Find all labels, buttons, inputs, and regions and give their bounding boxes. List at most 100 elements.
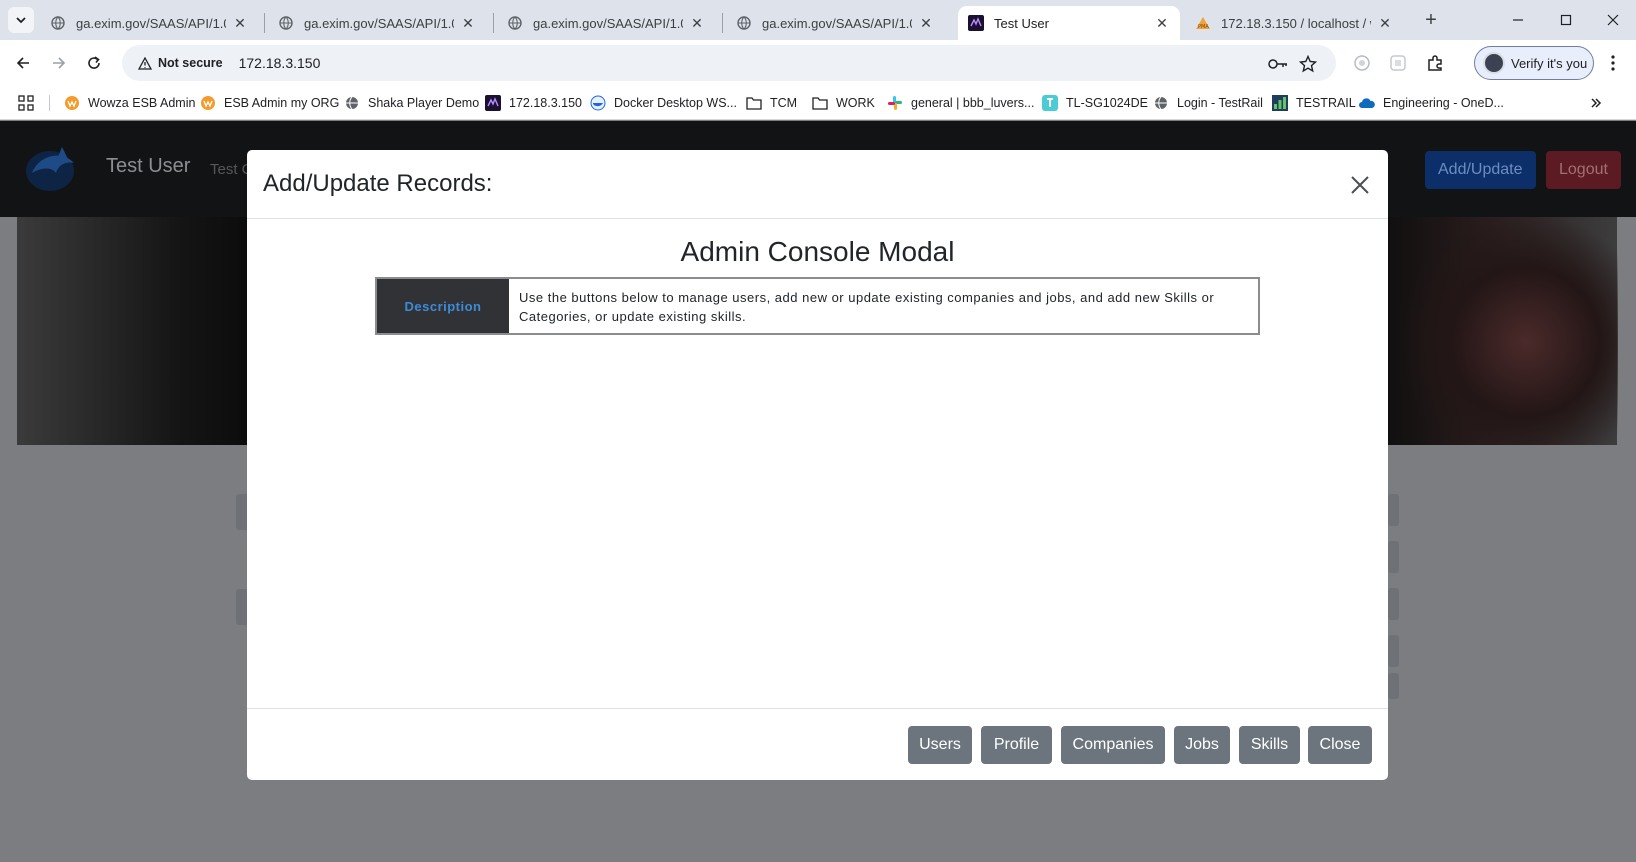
logout-button[interactable]: Logout xyxy=(1546,151,1621,189)
browser-toolbar: Not secure 172.18.3.150 Verify it's you xyxy=(0,40,1636,86)
browser-tab-2[interactable]: ga.exim.gov/SAAS/API/1.0/GE ✕ xyxy=(268,6,486,40)
bookmark-folder[interactable]: TCM xyxy=(746,92,797,114)
modal-title: Add/Update Records: xyxy=(263,170,493,197)
site-user-name: Test User xyxy=(106,155,191,177)
background-panel xyxy=(1388,494,1399,526)
bookmark-label: Docker Desktop WS... xyxy=(614,96,737,110)
bookmark-label: WORK xyxy=(836,96,875,110)
browser-tab-strip: ga.exim.gov/SAAS/API/1.0/GE ✕ ga.exim.go… xyxy=(0,0,1636,40)
site-favicon-icon xyxy=(485,95,501,111)
bookmark-label: TL-SG1024DE xyxy=(1066,96,1148,110)
close-tab-icon[interactable]: ✕ xyxy=(689,15,705,31)
extension-icon[interactable] xyxy=(1387,52,1409,74)
site-logo-icon xyxy=(26,147,74,191)
tab-search-button[interactable] xyxy=(8,7,34,33)
profile-button[interactable]: Verify it's you xyxy=(1474,46,1594,80)
globe-icon xyxy=(50,15,66,31)
users-button[interactable]: Users xyxy=(908,726,972,764)
new-tab-button[interactable]: + xyxy=(1420,9,1442,31)
tab-divider xyxy=(493,13,494,33)
bookmark-label: Wowza ESB Admin xyxy=(88,96,196,110)
bookmark-item[interactable]: Engineering - OneD... xyxy=(1359,92,1504,114)
close-tab-icon[interactable]: ✕ xyxy=(918,15,934,31)
minimize-window-button[interactable] xyxy=(1495,0,1541,40)
tab-divider xyxy=(722,13,723,33)
browser-tab-4[interactable]: ga.exim.gov/SAAS/API/1.0/GE ✕ xyxy=(726,6,944,40)
folder-icon xyxy=(746,95,762,111)
password-key-icon[interactable] xyxy=(1268,54,1288,74)
skills-button[interactable]: Skills xyxy=(1239,726,1300,764)
close-window-button[interactable] xyxy=(1590,0,1636,40)
arrow-right-icon xyxy=(53,57,66,69)
bookmarks-overflow-icon[interactable] xyxy=(1590,92,1602,114)
tplink-icon xyxy=(1042,95,1058,111)
background-panel xyxy=(1388,588,1399,620)
description-text: Use the buttons below to manage users, a… xyxy=(519,290,1215,324)
browser-tab-1[interactable]: ga.exim.gov/SAAS/API/1.0/GE ✕ xyxy=(40,6,258,40)
browser-tab-active[interactable]: Test User ✕ xyxy=(958,6,1180,40)
background-panel xyxy=(1388,541,1399,573)
bookmark-item[interactable]: general | bbb_luvers... xyxy=(887,92,1034,114)
extension-icon[interactable] xyxy=(1351,52,1373,74)
bookmark-folder[interactable]: WORK xyxy=(812,92,875,114)
admin-console-modal: Add/Update Records: Admin Console Modal … xyxy=(247,150,1388,780)
bookmark-item[interactable]: TESTRAIL xyxy=(1272,92,1356,114)
background-panel xyxy=(1388,673,1399,699)
close-tab-icon[interactable]: ✕ xyxy=(460,15,476,31)
description-label: Description xyxy=(377,279,509,333)
address-bar[interactable]: Not secure 172.18.3.150 xyxy=(122,45,1336,81)
bookmark-label: ESB Admin my ORG xyxy=(224,96,340,110)
bookmark-item[interactable]: Login - TestRail xyxy=(1153,92,1263,114)
tab-divider xyxy=(264,13,265,33)
bookmark-label: TESTRAIL xyxy=(1296,96,1356,110)
testrail-icon xyxy=(1272,95,1288,111)
bookmark-item[interactable]: 172.18.3.150 xyxy=(485,92,582,114)
forward-button[interactable] xyxy=(47,51,71,75)
profile-button-modal[interactable]: Profile xyxy=(981,726,1052,764)
bookmark-label: 172.18.3.150 xyxy=(509,96,582,110)
tab-title: ga.exim.gov/SAAS/API/1.0/GE xyxy=(533,15,683,31)
companies-button[interactable]: Companies xyxy=(1061,726,1165,764)
extensions-puzzle-icon[interactable] xyxy=(1424,52,1446,74)
reload-button[interactable] xyxy=(82,51,106,75)
close-button[interactable]: Close xyxy=(1308,726,1372,764)
browser-tab-6[interactable]: PMA 172.18.3.150 / localhost / web ✕ xyxy=(1185,6,1403,40)
bookmark-item[interactable]: Wowza ESB Admin xyxy=(64,92,195,114)
add-update-nav-button[interactable]: Add/Update xyxy=(1425,151,1536,189)
bookmark-item[interactable]: Docker Desktop WS... xyxy=(590,92,737,114)
close-tab-icon[interactable]: ✕ xyxy=(232,15,248,31)
more-menu-icon[interactable] xyxy=(1602,52,1624,74)
tab-title: ga.exim.gov/SAAS/API/1.0/GE xyxy=(762,15,912,31)
apps-grid-icon[interactable] xyxy=(18,92,34,114)
bookmark-label: Shaka Player Demo xyxy=(368,96,480,110)
chevron-down-icon xyxy=(16,17,26,24)
close-tab-icon[interactable]: ✕ xyxy=(1154,15,1170,31)
docker-icon xyxy=(590,95,606,111)
close-tab-icon[interactable]: ✕ xyxy=(1377,15,1393,31)
bookmark-star-icon[interactable] xyxy=(1298,54,1318,74)
url-text[interactable]: 172.18.3.150 xyxy=(239,55,321,71)
globe-icon xyxy=(507,15,523,31)
tab-title: 172.18.3.150 / localhost / web xyxy=(1221,15,1371,31)
bookmark-item[interactable]: Shaka Player Demo xyxy=(344,92,479,114)
modal-header: Add/Update Records: xyxy=(247,150,1388,219)
site-info-chip[interactable]: Not secure xyxy=(130,50,231,76)
tab-title: ga.exim.gov/SAAS/API/1.0/GE xyxy=(76,15,226,31)
bookmark-item[interactable]: TL-SG1024DE xyxy=(1042,92,1148,114)
onedrive-icon xyxy=(1359,95,1375,111)
folder-icon xyxy=(812,95,828,111)
modal-heading: Admin Console Modal xyxy=(680,236,955,267)
browser-tab-3[interactable]: ga.exim.gov/SAAS/API/1.0/GE ✕ xyxy=(497,6,715,40)
close-icon xyxy=(1351,176,1369,194)
jobs-button[interactable]: Jobs xyxy=(1174,726,1230,764)
arrow-left-icon xyxy=(16,57,29,69)
bookmark-label: Login - TestRail xyxy=(1177,96,1263,110)
bookmark-item[interactable]: ESB Admin my ORG xyxy=(200,92,339,114)
svg-text:PMA: PMA xyxy=(1198,24,1209,30)
wowza-icon xyxy=(200,95,216,111)
maximize-window-button[interactable] xyxy=(1543,0,1589,40)
back-button[interactable] xyxy=(11,51,35,75)
modal-close-button[interactable] xyxy=(1349,174,1371,196)
description-table: Description Use the buttons below to man… xyxy=(375,277,1260,335)
profile-label: Verify it's you xyxy=(1511,55,1588,71)
